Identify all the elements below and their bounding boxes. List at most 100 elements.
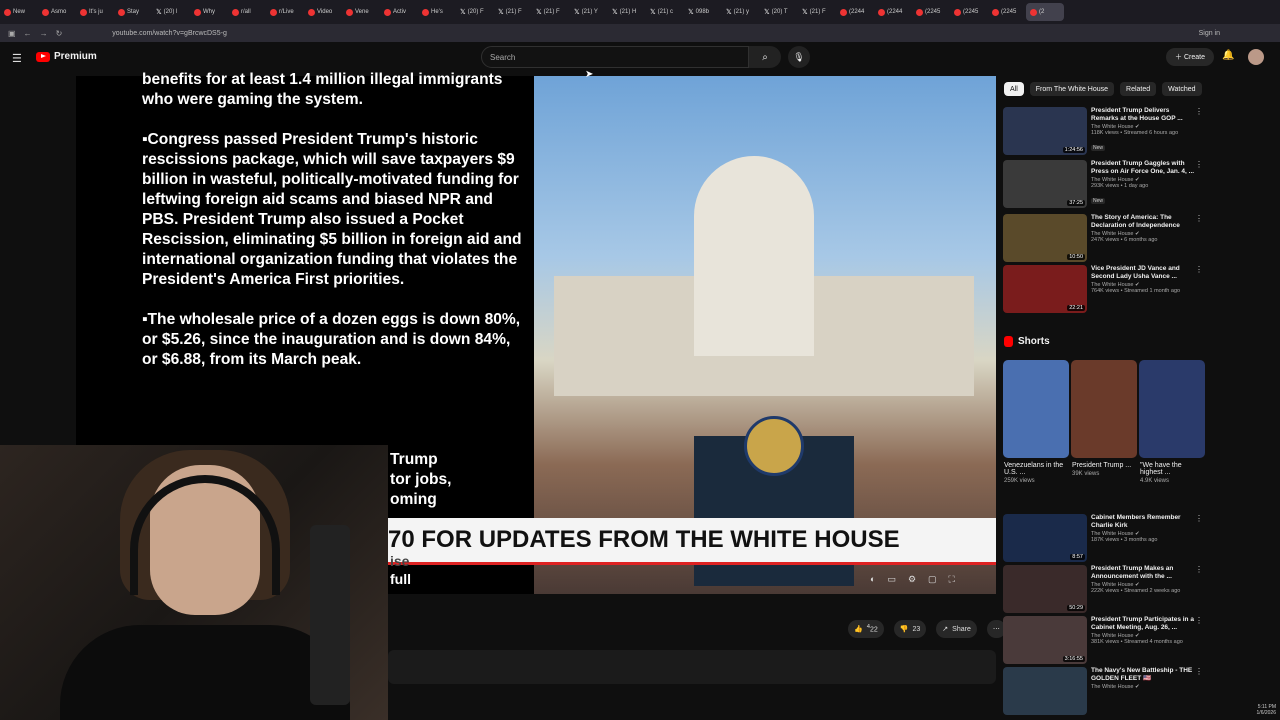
more-options-icon[interactable]: ⋮ <box>1195 214 1203 223</box>
menu-icon[interactable]: ☰ <box>12 52 22 65</box>
video-title[interactable]: Vice President JD Vance and Second Lady … <box>1091 265 1195 281</box>
browser-tab[interactable]: New <box>0 3 38 21</box>
dislike-button[interactable]: 👎 23 <box>893 620 927 638</box>
recommendation-item[interactable]: 37:25 President Trump Gaggles with Press… <box>1003 160 1203 208</box>
video-meta: President Trump Delivers Remarks at the … <box>1091 107 1195 154</box>
browser-tab[interactable]: (2244 <box>836 3 874 21</box>
account-avatar[interactable] <box>1248 49 1264 65</box>
browser-tab[interactable]: 𝕏 (21) H <box>608 3 646 21</box>
video-thumbnail[interactable]: 50:29 <box>1003 565 1087 613</box>
browser-tab[interactable]: 𝕏 (21) F <box>532 3 570 21</box>
video-title[interactable]: The Story of America: The Declaration of… <box>1091 214 1195 230</box>
browser-tab[interactable]: (2245 <box>912 3 950 21</box>
browser-tab[interactable]: (2244 <box>874 3 912 21</box>
tab-label: (2244 <box>887 9 903 15</box>
tab-label: r/all <box>241 9 251 15</box>
browser-tab[interactable]: 𝕏 (20) l <box>152 3 190 21</box>
video-thumbnail[interactable]: 8:57 <box>1003 514 1087 562</box>
chip-all[interactable]: All <box>1004 82 1024 96</box>
sidebar-toggle-icon[interactable]: ▣ <box>8 29 16 38</box>
browser-tab[interactable]: (2245 <box>988 3 1026 21</box>
browser-tab[interactable]: (2245 <box>950 3 988 21</box>
browser-tab[interactable]: 𝕏 (21) y <box>722 3 760 21</box>
chip-related[interactable]: Related <box>1120 82 1157 96</box>
browser-tab[interactable]: 𝕏 (20) T <box>760 3 798 21</box>
url-field[interactable]: youtube.com/watch?v=gBrcwcDS5-g <box>112 30 227 37</box>
notifications-icon[interactable]: 🔔 <box>1222 50 1234 61</box>
video-title[interactable]: The Navy's New Battleship - THE GOLDEN F… <box>1091 667 1195 683</box>
voice-search-button[interactable]: 🎙 <box>788 46 810 68</box>
video-thumbnail[interactable]: 37:25 <box>1003 160 1087 208</box>
video-title[interactable]: President Trump Gaggles with Press on Ai… <box>1091 160 1195 176</box>
short-title[interactable]: Venezuelans in the U.S. ... <box>1004 462 1066 476</box>
browser-tab[interactable]: 𝕏 (21) c <box>646 3 684 21</box>
browser-tab[interactable]: 𝕏 098b <box>684 3 722 21</box>
mouse-cursor-icon: ➤ <box>585 69 594 80</box>
browser-tab[interactable]: Stay <box>114 3 152 21</box>
subtitles-icon[interactable]: ▭ <box>887 574 896 585</box>
browser-tab[interactable]: Video <box>304 3 342 21</box>
browser-tab[interactable]: 𝕏 (21) F <box>798 3 836 21</box>
fullscreen-icon[interactable]: ⛶ <box>949 574 955 585</box>
recommendation-item[interactable]: 3:16:55 President Trump Participates in … <box>1003 616 1203 664</box>
short-title[interactable]: President Trump ... <box>1072 462 1134 469</box>
share-button[interactable]: ↗ Share <box>936 620 977 638</box>
forward-icon[interactable]: → <box>40 29 48 38</box>
more-options-icon[interactable]: ⋮ <box>1195 565 1203 574</box>
theater-icon[interactable]: ▢ <box>928 574 937 585</box>
short-thumbnail[interactable] <box>1071 360 1137 458</box>
channel-name[interactable]: The White House ✔ <box>1091 684 1195 690</box>
more-options-icon[interactable]: ⋮ <box>1195 160 1203 169</box>
browser-tab[interactable]: Why <box>190 3 228 21</box>
chip-watched[interactable]: Watched <box>1162 82 1202 96</box>
browser-tab[interactable]: (2 <box>1026 3 1064 21</box>
video-thumbnail[interactable]: 3:16:55 <box>1003 616 1087 664</box>
browser-tab[interactable]: 𝕏 (20) F <box>456 3 494 21</box>
search-input[interactable]: Search <box>481 46 749 68</box>
description-box[interactable] <box>388 650 996 684</box>
video-thumbnail[interactable]: 22:21 <box>1003 265 1087 313</box>
recommendation-item[interactable]: 10:50 The Story of America: The Declarat… <box>1003 214 1203 262</box>
more-options-icon[interactable]: ⋮ <box>1195 616 1203 625</box>
autoplay-toggle[interactable]: ◐ <box>870 574 875 585</box>
browser-tab[interactable]: r/Live <box>266 3 304 21</box>
browser-url-bar: ▣ ← → ↻ youtube.com/watch?v=gBrcwcDS5-g … <box>0 24 1280 42</box>
short-thumbnail[interactable] <box>1139 360 1205 458</box>
browser-tab[interactable]: 𝕏 (21) F <box>494 3 532 21</box>
video-title[interactable]: Cabinet Members Remember Charlie Kirk <box>1091 514 1195 530</box>
recommendation-item[interactable]: 50:29 President Trump Makes an Announcem… <box>1003 565 1203 613</box>
more-options-icon[interactable]: ⋮ <box>1195 667 1203 676</box>
chip-from-the-white-house[interactable]: From The White House <box>1029 82 1115 96</box>
browser-tab[interactable]: 𝕏 (21) Y <box>570 3 608 21</box>
like-button[interactable]: 👍 422 <box>848 620 884 638</box>
recommendation-item[interactable]: 8:57 Cabinet Members Remember Charlie Ki… <box>1003 514 1203 562</box>
short-thumbnail[interactable] <box>1003 360 1069 458</box>
thumbs-up-icon: 👍 <box>854 626 863 633</box>
recommendation-item[interactable]: 1:24:56 President Trump Delivers Remarks… <box>1003 107 1203 155</box>
browser-tab[interactable]: Asmo <box>38 3 76 21</box>
more-options-icon[interactable]: ⋮ <box>1195 107 1203 116</box>
sign-in-link[interactable]: Sign in <box>1199 30 1220 37</box>
browser-tab[interactable]: Activ <box>380 3 418 21</box>
video-thumbnail[interactable]: 10:50 <box>1003 214 1087 262</box>
video-title[interactable]: President Trump Makes an Announcement wi… <box>1091 565 1195 581</box>
search-button[interactable]: ⌕ <box>749 46 781 68</box>
video-thumbnail[interactable] <box>1003 667 1087 715</box>
browser-tab[interactable]: It's ju <box>76 3 114 21</box>
browser-tab[interactable]: Vene <box>342 3 380 21</box>
video-title[interactable]: President Trump Delivers Remarks at the … <box>1091 107 1195 123</box>
back-icon[interactable]: ← <box>24 29 32 38</box>
browser-tab[interactable]: r/all <box>228 3 266 21</box>
video-thumbnail[interactable]: 1:24:56 <box>1003 107 1087 155</box>
more-options-icon[interactable]: ⋮ <box>1195 514 1203 523</box>
recommendation-item[interactable]: The Navy's New Battleship - THE GOLDEN F… <box>1003 667 1203 715</box>
create-button[interactable]: ＋ Create <box>1166 48 1214 66</box>
recommendation-item[interactable]: 22:21 Vice President JD Vance and Second… <box>1003 265 1203 313</box>
more-options-icon[interactable]: ⋮ <box>1195 265 1203 274</box>
youtube-logo[interactable]: Premium <box>36 51 97 62</box>
short-title[interactable]: "We have the highest ... <box>1140 462 1202 476</box>
settings-icon[interactable]: ⚙ <box>908 574 916 585</box>
browser-tab[interactable]: He's <box>418 3 456 21</box>
reload-icon[interactable]: ↻ <box>56 29 63 38</box>
video-title[interactable]: President Trump Participates in a Cabine… <box>1091 616 1195 632</box>
